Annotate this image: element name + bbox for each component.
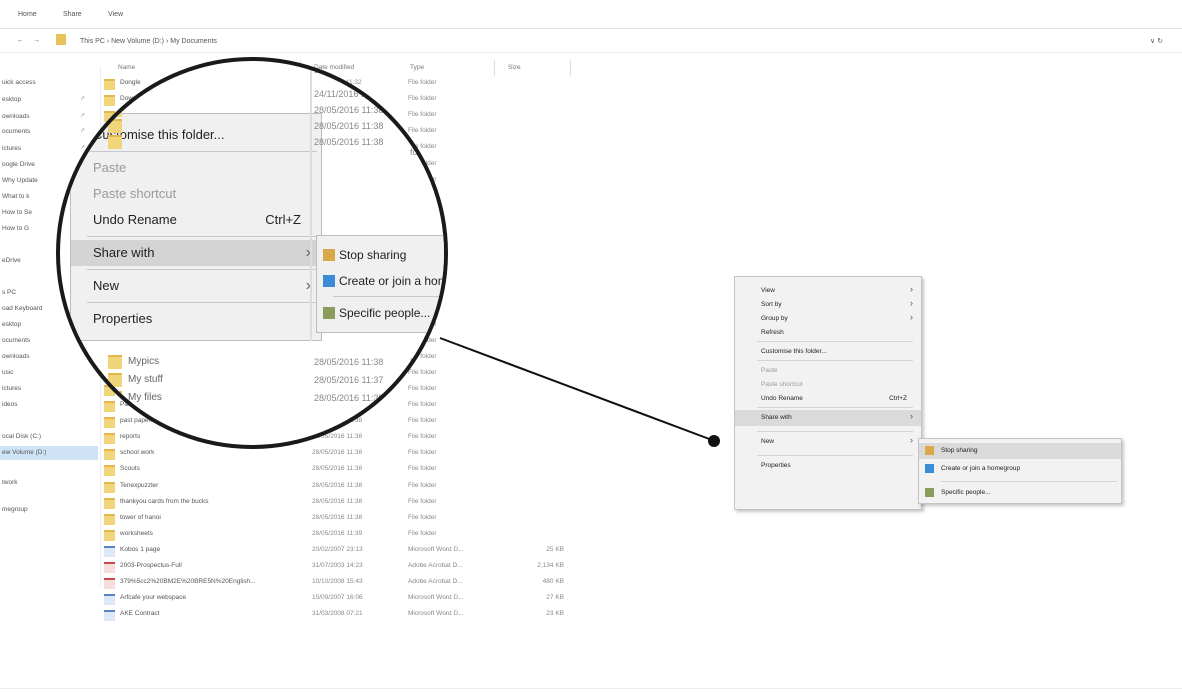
callout-connector <box>439 337 713 441</box>
status-divider <box>0 688 1182 689</box>
callout-dot <box>708 435 720 447</box>
callout-line <box>439 337 720 447</box>
